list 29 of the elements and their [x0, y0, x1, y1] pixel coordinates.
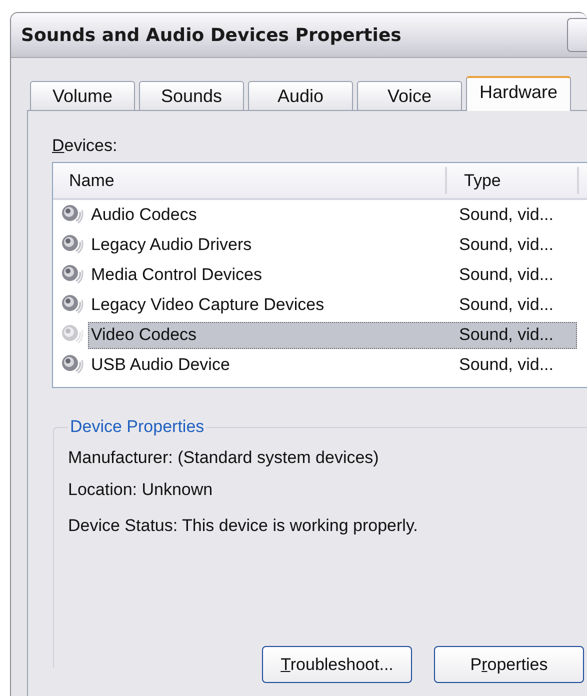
tab[interactable]: Voice — [357, 81, 462, 110]
property-text: Device Status: This device is working properly. — [68, 515, 419, 537]
devices-label: Devices: — [52, 136, 118, 156]
list-row[interactable]: Video Codecs Sound, vid... — [88, 322, 577, 348]
property-text: Manufacturer: (Standard system devices) — [68, 447, 380, 469]
list-row[interactable]: Audio Codecs Sound, vid... — [88, 202, 577, 228]
tab[interactable]: Hardware — [466, 76, 571, 111]
speaker-icon — [61, 324, 85, 346]
speaker-icon — [61, 234, 85, 256]
tab[interactable]: Sounds — [139, 81, 244, 110]
list-row[interactable]: Media Control Devices Sound, vid... — [88, 262, 577, 288]
group-title: Device Properties — [69, 417, 206, 437]
list-row[interactable]: Legacy Audio Drivers Sound, vid... — [88, 232, 577, 258]
help-button[interactable] — [567, 18, 587, 52]
column-header[interactable]: Type — [447, 167, 579, 194]
column-header[interactable]: Name — [53, 167, 447, 194]
speaker-icon — [61, 264, 85, 286]
speaker-icon — [61, 204, 85, 226]
speaker-icon — [61, 354, 85, 376]
list-row[interactable]: USB Audio Device Sound, vid... — [88, 352, 577, 378]
device-list[interactable] — [52, 162, 587, 388]
properties-button[interactable]: Properties — [434, 646, 584, 683]
troubleshoot-button[interactable]: Troubleshoot... — [262, 646, 412, 683]
list-row[interactable]: Legacy Video Capture Devices Sound, vid... — [88, 292, 577, 318]
tab[interactable]: Audio — [248, 81, 353, 110]
window-title: Sounds and Audio Devices Properties — [21, 24, 402, 46]
speaker-icon — [61, 294, 85, 316]
tab[interactable]: Volume — [30, 81, 135, 110]
property-text: Location: Unknown — [68, 479, 214, 501]
